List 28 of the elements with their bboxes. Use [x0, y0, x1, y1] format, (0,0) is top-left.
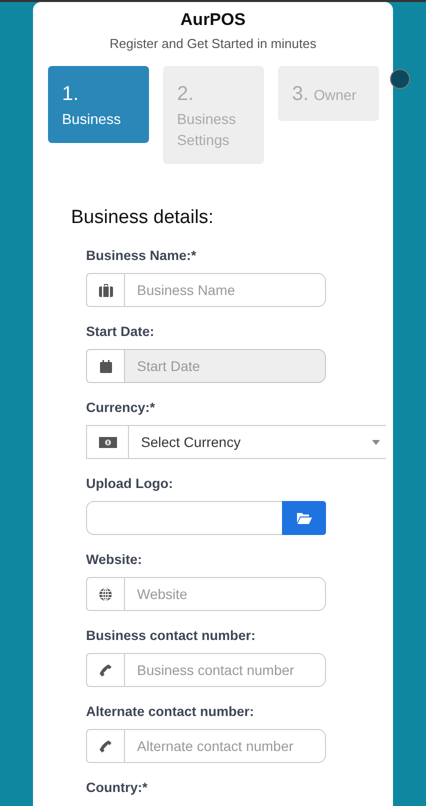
browse-button[interactable]	[282, 501, 326, 535]
field-label: Country:*	[86, 780, 148, 796]
phone-icon	[99, 664, 112, 676]
caret-icon	[372, 440, 380, 444]
input-field[interactable]: Business Name	[124, 273, 326, 307]
input-field[interactable]: Business contact number	[124, 653, 326, 687]
step-tab[interactable]: 1. Business	[48, 66, 149, 143]
field-label: Business contact number:	[86, 628, 257, 644]
file-input-field[interactable]	[86, 501, 282, 535]
input-field[interactable]: Website	[124, 577, 326, 611]
currency-select[interactable]: Select Currency	[128, 425, 386, 459]
field-label: Website:	[86, 552, 144, 568]
calendar-icon	[100, 360, 112, 372]
field-label: Currency:*	[86, 400, 156, 416]
phone-icon	[99, 740, 112, 752]
input-field[interactable]: Alternate contact number	[124, 729, 326, 763]
subtitle: Register and Get Started in minutes	[108, 36, 318, 52]
field-label: Business Name:*	[86, 248, 198, 264]
circle-handle[interactable]	[390, 69, 410, 89]
globe-icon	[99, 588, 112, 600]
banknote-icon	[98, 436, 116, 448]
field-label: Upload Logo:	[86, 476, 174, 492]
briefcase-icon	[98, 284, 112, 296]
folder-icon	[296, 512, 312, 524]
field-label: Start Date:	[86, 324, 156, 340]
app-title: AurPOS	[179, 10, 247, 30]
field-label: Alternate contact number:	[86, 704, 256, 720]
section-heading: Business details:	[71, 206, 215, 230]
